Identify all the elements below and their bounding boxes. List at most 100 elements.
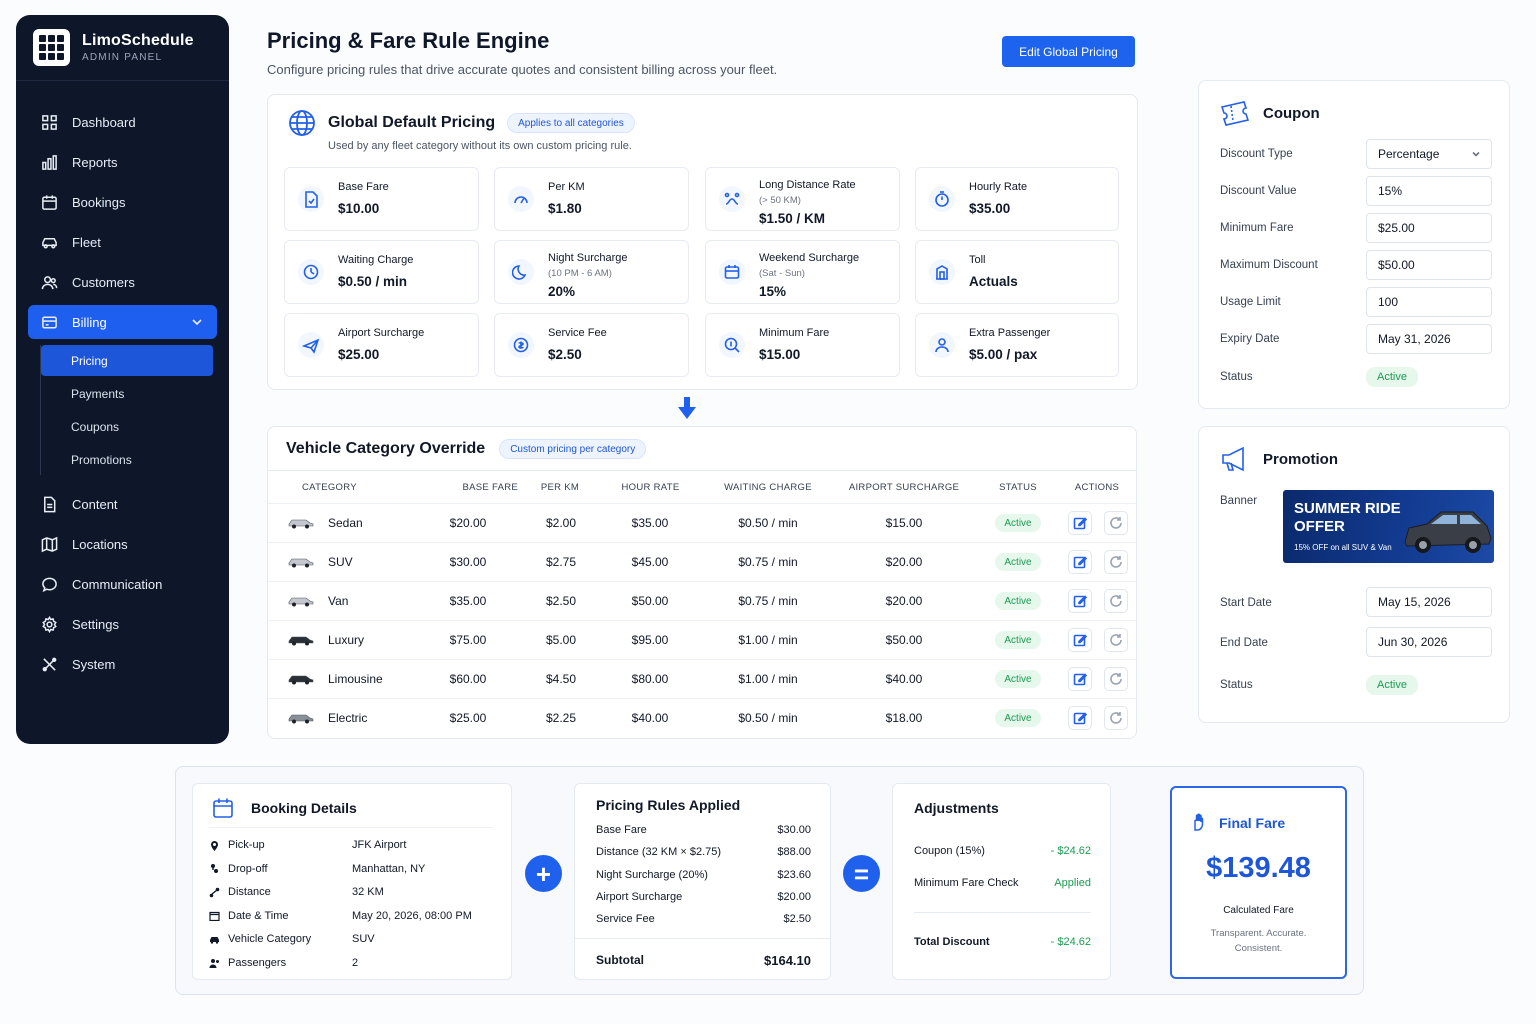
end-date-field[interactable]: Jun 30, 2026: [1366, 627, 1492, 657]
rule-row: Night Surcharge (20%) $23.60: [596, 869, 811, 881]
promo-status-badge: Active: [1366, 675, 1418, 695]
edit-button[interactable]: [1068, 706, 1092, 730]
edit-button[interactable]: [1068, 550, 1092, 574]
coupon-field-input[interactable]: 15%: [1366, 176, 1492, 206]
nav-item-content[interactable]: Content: [28, 487, 217, 521]
category-cell: Van: [288, 582, 428, 620]
reset-button[interactable]: [1104, 589, 1128, 613]
chevron-down-icon: [1472, 151, 1480, 157]
users-icon: [209, 958, 219, 968]
nav-item-fleet[interactable]: Fleet: [28, 225, 217, 259]
start-date-field[interactable]: May 15, 2026: [1366, 587, 1492, 617]
reset-button[interactable]: [1104, 550, 1128, 574]
promo-banner[interactable]: SUMMER RIDE OFFER 15% OFF on all SUV & V…: [1283, 490, 1494, 563]
coupon-field-input[interactable]: $50.00: [1366, 250, 1492, 280]
table-row[interactable]: Van $35.00 $2.50 $50.00 $0.75 / min $20.00 Act…: [268, 581, 1136, 620]
edit-button[interactable]: [1068, 667, 1092, 691]
reset-button[interactable]: [1104, 628, 1128, 652]
sub-item-coupons[interactable]: Coupons: [41, 411, 213, 442]
edit-button[interactable]: [1068, 628, 1092, 652]
tile-label: Night Surcharge: [548, 252, 628, 264]
nav-label: Fleet: [72, 234, 101, 250]
tile-label: Long Distance Rate: [759, 179, 856, 191]
rule-label: Airport Surcharge: [596, 890, 683, 903]
rule-label: Service Fee: [596, 913, 655, 926]
nav-item-reports[interactable]: Reports: [28, 145, 217, 179]
table-row[interactable]: SUV $30.00 $2.75 $45.00 $0.75 / min $20.00 Act…: [268, 542, 1136, 581]
search-icon: [719, 332, 745, 358]
coupon-field-label: Maximum Discount: [1220, 259, 1318, 271]
start-date-value: May 15, 2026: [1378, 595, 1451, 609]
rule-value: $88.00: [777, 846, 811, 859]
nav-item-customers[interactable]: Customers: [28, 265, 217, 299]
final-fare-caption: Calculated Fare: [1223, 905, 1294, 916]
coupon-field-label: Expiry Date: [1220, 333, 1280, 345]
tile-value: $1.80: [548, 201, 582, 216]
nav-label: Reports: [72, 154, 118, 170]
tile-value: $1.50 / KM: [759, 211, 826, 226]
pricing-tile: Airport Surcharge $25.00: [284, 313, 479, 377]
column-header: STATUS: [999, 481, 1037, 493]
nav-item-dashboard[interactable]: Dashboard: [28, 105, 217, 139]
nav-item-system[interactable]: System: [28, 647, 217, 681]
tile-value: 15%: [759, 284, 787, 299]
table-row[interactable]: Sedan $20.00 $2.00 $35.00 $0.50 / min $15.00 A…: [268, 503, 1136, 542]
car-icon: [288, 558, 314, 568]
sub-item-payments[interactable]: Payments: [41, 378, 213, 409]
booking-row: Pick-up JFK Airport: [209, 839, 493, 851]
brand: LimoSchedule ADMIN PANEL: [16, 15, 229, 81]
coupon-field-input[interactable]: 100: [1366, 287, 1492, 317]
table-row[interactable]: Electric $25.00 $2.25 $40.00 $0.50 / min $18.…: [268, 698, 1136, 737]
tile-label: Airport Surcharge: [338, 327, 425, 339]
category-name: SUV: [328, 555, 353, 569]
sub-item-pricing[interactable]: Pricing: [41, 345, 213, 376]
category-cell: Sedan: [288, 504, 428, 542]
tile-label: Base Fare: [338, 181, 389, 193]
discount-type-select[interactable]: Percentage: [1366, 139, 1492, 169]
pin-icon: [211, 840, 218, 851]
subtotal-value: $164.10: [764, 953, 811, 968]
adjustments-card: Adjustments Coupon (15%) - $24.62 Minimu…: [892, 783, 1111, 980]
reset-button[interactable]: [1104, 667, 1128, 691]
car-icon: [210, 936, 219, 944]
nav-label: Customers: [72, 274, 135, 290]
coupon-field-input[interactable]: $25.00: [1366, 213, 1492, 243]
subtotal-label: Subtotal: [596, 953, 644, 967]
status-badge: Active: [995, 553, 1041, 571]
nav-item-settings[interactable]: Settings: [28, 607, 217, 641]
gauge-icon: [508, 186, 534, 212]
booking-label: Pick-up: [228, 839, 265, 851]
actions-cell: [1068, 699, 1128, 737]
hand-money-icon: [1194, 813, 1204, 831]
tile-value: $5.00 / pax: [969, 347, 1038, 362]
car-icon: [42, 237, 57, 248]
edit-icon: [1073, 712, 1087, 725]
nav-item-locations[interactable]: Locations: [28, 527, 217, 561]
status-cell: Active: [983, 621, 1053, 659]
coupon-field-input[interactable]: May 31, 2026: [1366, 324, 1492, 354]
stopwatch-icon: [929, 186, 955, 212]
coupon-field-value: $25.00: [1378, 221, 1415, 235]
ticket-icon: [1220, 101, 1250, 126]
booking-details-card: Booking Details Pick-up JFK Airport Drop-o…: [192, 783, 512, 980]
category-name: Electric: [328, 711, 368, 725]
edit-global-pricing-button[interactable]: Edit Global Pricing: [1002, 36, 1135, 67]
table-cell: $2.25: [545, 711, 577, 725]
table-row[interactable]: Limousine $60.00 $4.50 $80.00 $1.00 / min $40…: [268, 659, 1136, 698]
edit-button[interactable]: [1068, 511, 1092, 535]
edit-button[interactable]: [1068, 589, 1092, 613]
pricing-tile: Weekend Surcharge (Sat - Sun) 15%: [705, 240, 900, 304]
tile-label: Waiting Charge: [338, 254, 414, 266]
nav-item-bookings[interactable]: Bookings: [28, 185, 217, 219]
table-row[interactable]: Luxury $75.00 $5.00 $95.00 $1.00 / min $50.00…: [268, 620, 1136, 659]
reset-button[interactable]: [1104, 511, 1128, 535]
table-cell: $25.00: [449, 711, 487, 725]
tools-icon: [42, 657, 57, 671]
reset-button[interactable]: [1104, 706, 1128, 730]
fare-calculation-panel: Booking Details Pick-up JFK Airport Drop-o…: [175, 766, 1364, 995]
sub-item-promotions[interactable]: Promotions: [41, 444, 213, 475]
nav-item-communication[interactable]: Communication: [28, 567, 217, 601]
final-fare-card: Final Fare $139.48 Calculated Fare Trans…: [1170, 786, 1347, 979]
global-pricing-desc: Used by any fleet category without its o…: [328, 140, 632, 152]
nav-item-billing[interactable]: Billing: [28, 305, 217, 339]
